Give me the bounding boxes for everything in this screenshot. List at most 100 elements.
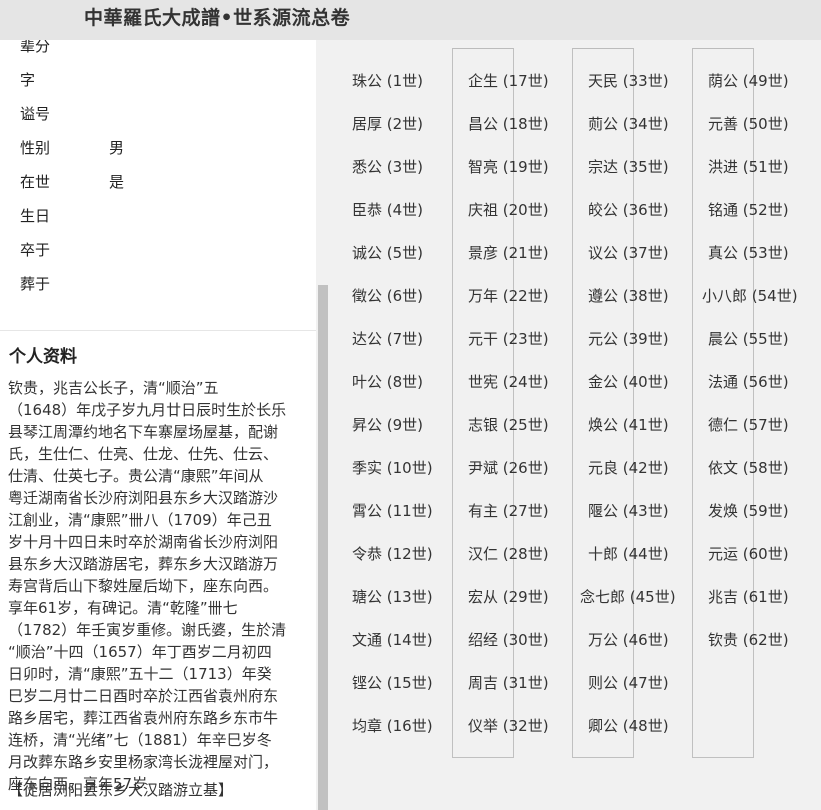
generation-link[interactable]: 珠公 (1世) bbox=[352, 70, 423, 91]
divider bbox=[0, 330, 316, 331]
generation-link[interactable]: 焕公 (41世) bbox=[588, 414, 669, 435]
generation-link[interactable]: 臣恭 (4世) bbox=[352, 199, 423, 220]
generation-link[interactable]: 万公 (46世) bbox=[588, 629, 669, 650]
generation-link[interactable]: 则公 (47世) bbox=[588, 672, 669, 693]
generation-link[interactable]: 皎公 (36世) bbox=[588, 199, 669, 220]
generation-link[interactable]: 世宪 (24世) bbox=[468, 371, 549, 392]
bio-line: 县东乡大汉踏游居宅，葬东乡大汉踏游万 bbox=[8, 555, 279, 573]
generation-link[interactable]: 景彦 (21世) bbox=[468, 242, 549, 263]
generation-link[interactable]: 十郎 (44世) bbox=[588, 543, 669, 564]
generation-link[interactable]: 昇公 (9世) bbox=[352, 414, 423, 435]
bio-line: （1648）年戊子岁九月廿日辰时生於长乐 bbox=[8, 401, 287, 419]
column-border bbox=[572, 48, 634, 758]
generation-link[interactable]: 荝公 (34世) bbox=[588, 113, 669, 134]
generation-link[interactable]: 法通 (56世) bbox=[708, 371, 789, 392]
bio-line: 县琴江周潭约地名下车寨屋场屋基，配谢 bbox=[8, 423, 279, 441]
generation-link[interactable]: 议公 (37世) bbox=[588, 242, 669, 263]
profile-panel: 辈分字谥号 性别 男在世 是生日 卒于 葬于 个人资料 钦贵，兆吉公长子，清“顺治”五 （1… bbox=[0, 40, 316, 810]
generation-link[interactable]: 发焕 (59世) bbox=[708, 500, 789, 521]
generation-link[interactable]: 铭通 (52世) bbox=[708, 199, 789, 220]
generation-link[interactable]: 瑭公 (13世) bbox=[352, 586, 433, 607]
bio-line: （1782）年壬寅岁重修。谢氏婆，生於清 bbox=[8, 621, 287, 639]
generation-link[interactable]: 绍经 (30世) bbox=[468, 629, 549, 650]
scrollbar-thumb[interactable] bbox=[318, 285, 328, 810]
generation-link[interactable]: 晨公 (55世) bbox=[708, 328, 789, 349]
bio-line: “顺治”十四（1657）年丁酉岁二月初四 bbox=[8, 643, 272, 661]
field-label: 字 bbox=[20, 71, 36, 89]
generation-link[interactable]: 企生 (17世) bbox=[468, 70, 549, 91]
generation-link[interactable]: 志银 (25世) bbox=[468, 414, 549, 435]
generation-link[interactable]: 元运 (60世) bbox=[708, 543, 789, 564]
generation-link[interactable]: 宗达 (35世) bbox=[588, 156, 669, 177]
field-label: 葬于 bbox=[20, 275, 51, 293]
lineage-panel: 珠公 (1世) 居厚 (2世) 悉公 (3世) 臣恭 (4世) 诚公 (5世) 徵公 (6… bbox=[330, 40, 821, 810]
bio-line: 江創业，清“康熙”卌八（1709）年己丑 bbox=[8, 511, 272, 529]
generation-link[interactable]: 令恭 (12世) bbox=[352, 543, 433, 564]
field-label: 生日 bbox=[20, 207, 51, 225]
field-label: 谥号 bbox=[20, 105, 51, 123]
generation-link[interactable]: 仪举 (32世) bbox=[468, 715, 549, 736]
generation-link[interactable]: 庆祖 (20世) bbox=[468, 199, 549, 220]
generation-link[interactable]: 汉仁 (28世) bbox=[468, 543, 549, 564]
page-title: 中華羅氏大成譜•世系源流总卷 bbox=[84, 7, 351, 29]
field-label: 性别 bbox=[20, 139, 51, 157]
generation-link[interactable]: 叶公 (8世) bbox=[352, 371, 423, 392]
generation-link[interactable]: 小八郎 (54世) bbox=[702, 285, 798, 306]
generation-link[interactable]: 遵公 (38世) bbox=[588, 285, 669, 306]
bio-line: 岁十月十四日未时卒於湖南省长沙府浏阳 bbox=[8, 533, 279, 551]
field-value: 男 bbox=[109, 139, 125, 157]
generation-link[interactable]: 元干 (23世) bbox=[468, 328, 549, 349]
column-border bbox=[452, 48, 514, 758]
generation-link[interactable]: 霄公 (11世) bbox=[352, 500, 433, 521]
left-scrollbar[interactable] bbox=[316, 40, 330, 810]
generation-link[interactable]: 真公 (53世) bbox=[708, 242, 789, 263]
bio-line: 钦贵，兆吉公长子，清“顺治”五 bbox=[8, 379, 219, 397]
generation-link[interactable]: 德仁 (57世) bbox=[708, 414, 789, 435]
generation-link[interactable]: 徵公 (6世) bbox=[352, 285, 423, 306]
bio-line: 氏，生仕仁、仕亮、仕龙、仕先、仕云、 bbox=[8, 445, 279, 463]
generation-link[interactable]: 卿公 (48世) bbox=[588, 715, 669, 736]
generation-link[interactable]: 依文 (58世) bbox=[708, 457, 789, 478]
generation-link[interactable]: 智亮 (19世) bbox=[468, 156, 549, 177]
generation-link[interactable]: 洪进 (51世) bbox=[708, 156, 789, 177]
bio-line: 寿宫背后山下黎姓屋后坳下，座东向西。 bbox=[8, 577, 279, 595]
generation-link[interactable]: 季实 (10世) bbox=[352, 457, 433, 478]
bio-note: 【徙居浏阳县东乡大汉踏游立基】 bbox=[8, 781, 234, 799]
generation-link[interactable]: 宏从 (29世) bbox=[468, 586, 549, 607]
generation-link[interactable]: 居厚 (2世) bbox=[352, 113, 423, 134]
generation-link[interactable]: 万年 (22世) bbox=[468, 285, 549, 306]
bio-line: 连桥，清“光绪”七（1881）年辛巳岁冬 bbox=[8, 731, 272, 749]
generation-link[interactable]: 元公 (39世) bbox=[588, 328, 669, 349]
generation-link[interactable]: 昌公 (18世) bbox=[468, 113, 549, 134]
generation-link[interactable]: 元善 (50世) bbox=[708, 113, 789, 134]
generation-link[interactable]: 悉公 (3世) bbox=[352, 156, 423, 177]
bio-line: 粤迁湖南省长沙府浏阳县东乡大汉踏游沙 bbox=[8, 489, 279, 507]
bio-title: 个人资料 bbox=[9, 347, 77, 367]
generation-link[interactable]: 金公 (40世) bbox=[588, 371, 669, 392]
generation-link[interactable]: 隁公 (43世) bbox=[588, 500, 669, 521]
field-label: 卒于 bbox=[20, 241, 51, 259]
bio-line: 路乡居宅，葬江西省袁州府东路乡东市牛 bbox=[8, 709, 279, 727]
generation-link[interactable]: 诚公 (5世) bbox=[352, 242, 423, 263]
field-label: 辈分 bbox=[20, 40, 51, 55]
generation-link[interactable]: 念七郎 (45世) bbox=[580, 586, 676, 607]
bio-line: 日卯时，清“康熙”五十二（1713）年癸 bbox=[8, 665, 272, 683]
generation-link[interactable]: 均章 (16世) bbox=[352, 715, 433, 736]
generation-link[interactable]: 文通 (14世) bbox=[352, 629, 433, 650]
field-label: 在世 bbox=[20, 173, 51, 191]
generation-link[interactable]: 达公 (7世) bbox=[352, 328, 423, 349]
generation-link[interactable]: 钦贵 (62世) bbox=[708, 629, 789, 650]
generation-link[interactable]: 天民 (33世) bbox=[588, 70, 669, 91]
generation-link[interactable]: 铿公 (15世) bbox=[352, 672, 433, 693]
generation-link[interactable]: 周吉 (31世) bbox=[468, 672, 549, 693]
generation-link[interactable]: 兆吉 (61世) bbox=[708, 586, 789, 607]
bio-text: 钦贵，兆吉公长子，清“顺治”五 （1648）年戊子岁九月廿日辰时生於长乐 县琴江周潭… bbox=[8, 377, 304, 795]
app-header: 中華羅氏大成譜•世系源流总卷 bbox=[0, 0, 821, 40]
generation-link[interactable]: 尹斌 (26世) bbox=[468, 457, 549, 478]
generation-link[interactable]: 荫公 (49世) bbox=[708, 70, 789, 91]
bio-line: 巳岁二月廿二日酉时卒於江西省袁州府东 bbox=[8, 687, 279, 705]
generation-link[interactable]: 有主 (27世) bbox=[468, 500, 549, 521]
generation-link[interactable]: 元良 (42世) bbox=[588, 457, 669, 478]
bio-line: 享年61岁，有碑记。清“乾隆”卌七 bbox=[8, 599, 238, 617]
bio-line: 月改葬东路乡安里杨家湾长泷裡屋对门， bbox=[8, 753, 279, 771]
